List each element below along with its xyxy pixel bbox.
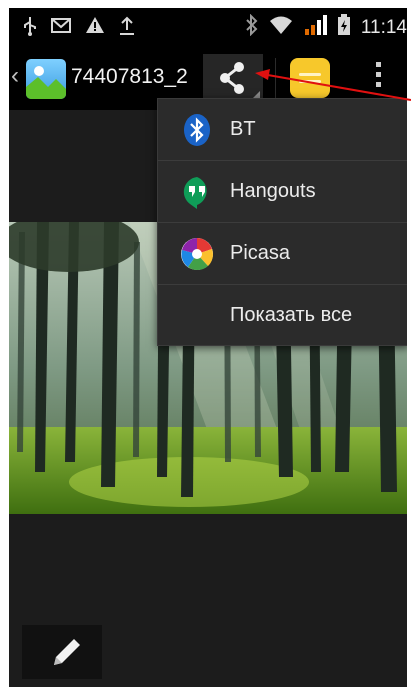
hangouts-icon	[183, 177, 207, 209]
pencil-icon	[54, 639, 80, 665]
notes-icon[interactable]	[290, 58, 330, 98]
warning-icon	[85, 16, 105, 41]
share-menu: BT Hangouts Picasa Показать все	[157, 98, 407, 346]
picasa-icon	[181, 238, 213, 271]
share-menu-label: BT	[230, 118, 256, 140]
status-bar: 11:14	[9, 8, 407, 46]
bluetooth-icon	[184, 114, 210, 146]
signal-icon	[303, 14, 327, 41]
image-title: 74407813_2	[71, 65, 188, 88]
share-menu-label: Picasa	[230, 242, 291, 264]
mail-icon	[51, 16, 71, 41]
share-menu-label: Hangouts	[230, 180, 316, 202]
gallery-app-icon[interactable]	[26, 59, 66, 99]
share-button[interactable]	[203, 54, 263, 102]
back-chevron-icon[interactable]: ‹	[11, 64, 19, 88]
status-time: 11:14	[360, 16, 407, 38]
wifi-icon	[269, 15, 293, 40]
share-menu-item-show-all[interactable]: Показать все	[158, 285, 407, 346]
phone-screen: 11:14 ‹ 74407813_2 BT Hangouts Picasa По…	[9, 8, 407, 687]
share-menu-item-hangouts[interactable]: Hangouts	[158, 161, 407, 223]
upload-icon	[119, 16, 135, 41]
battery-charging-icon	[337, 14, 351, 41]
share-menu-item-picasa[interactable]: Picasa	[158, 223, 407, 285]
share-menu-item-bt[interactable]: BT	[158, 99, 407, 161]
bluetooth-icon	[245, 13, 259, 41]
edit-button[interactable]	[22, 625, 102, 679]
action-bar-divider	[275, 58, 276, 100]
overflow-menu-icon[interactable]	[373, 62, 383, 96]
share-menu-label: Показать все	[230, 304, 353, 326]
usb-icon	[23, 16, 37, 41]
